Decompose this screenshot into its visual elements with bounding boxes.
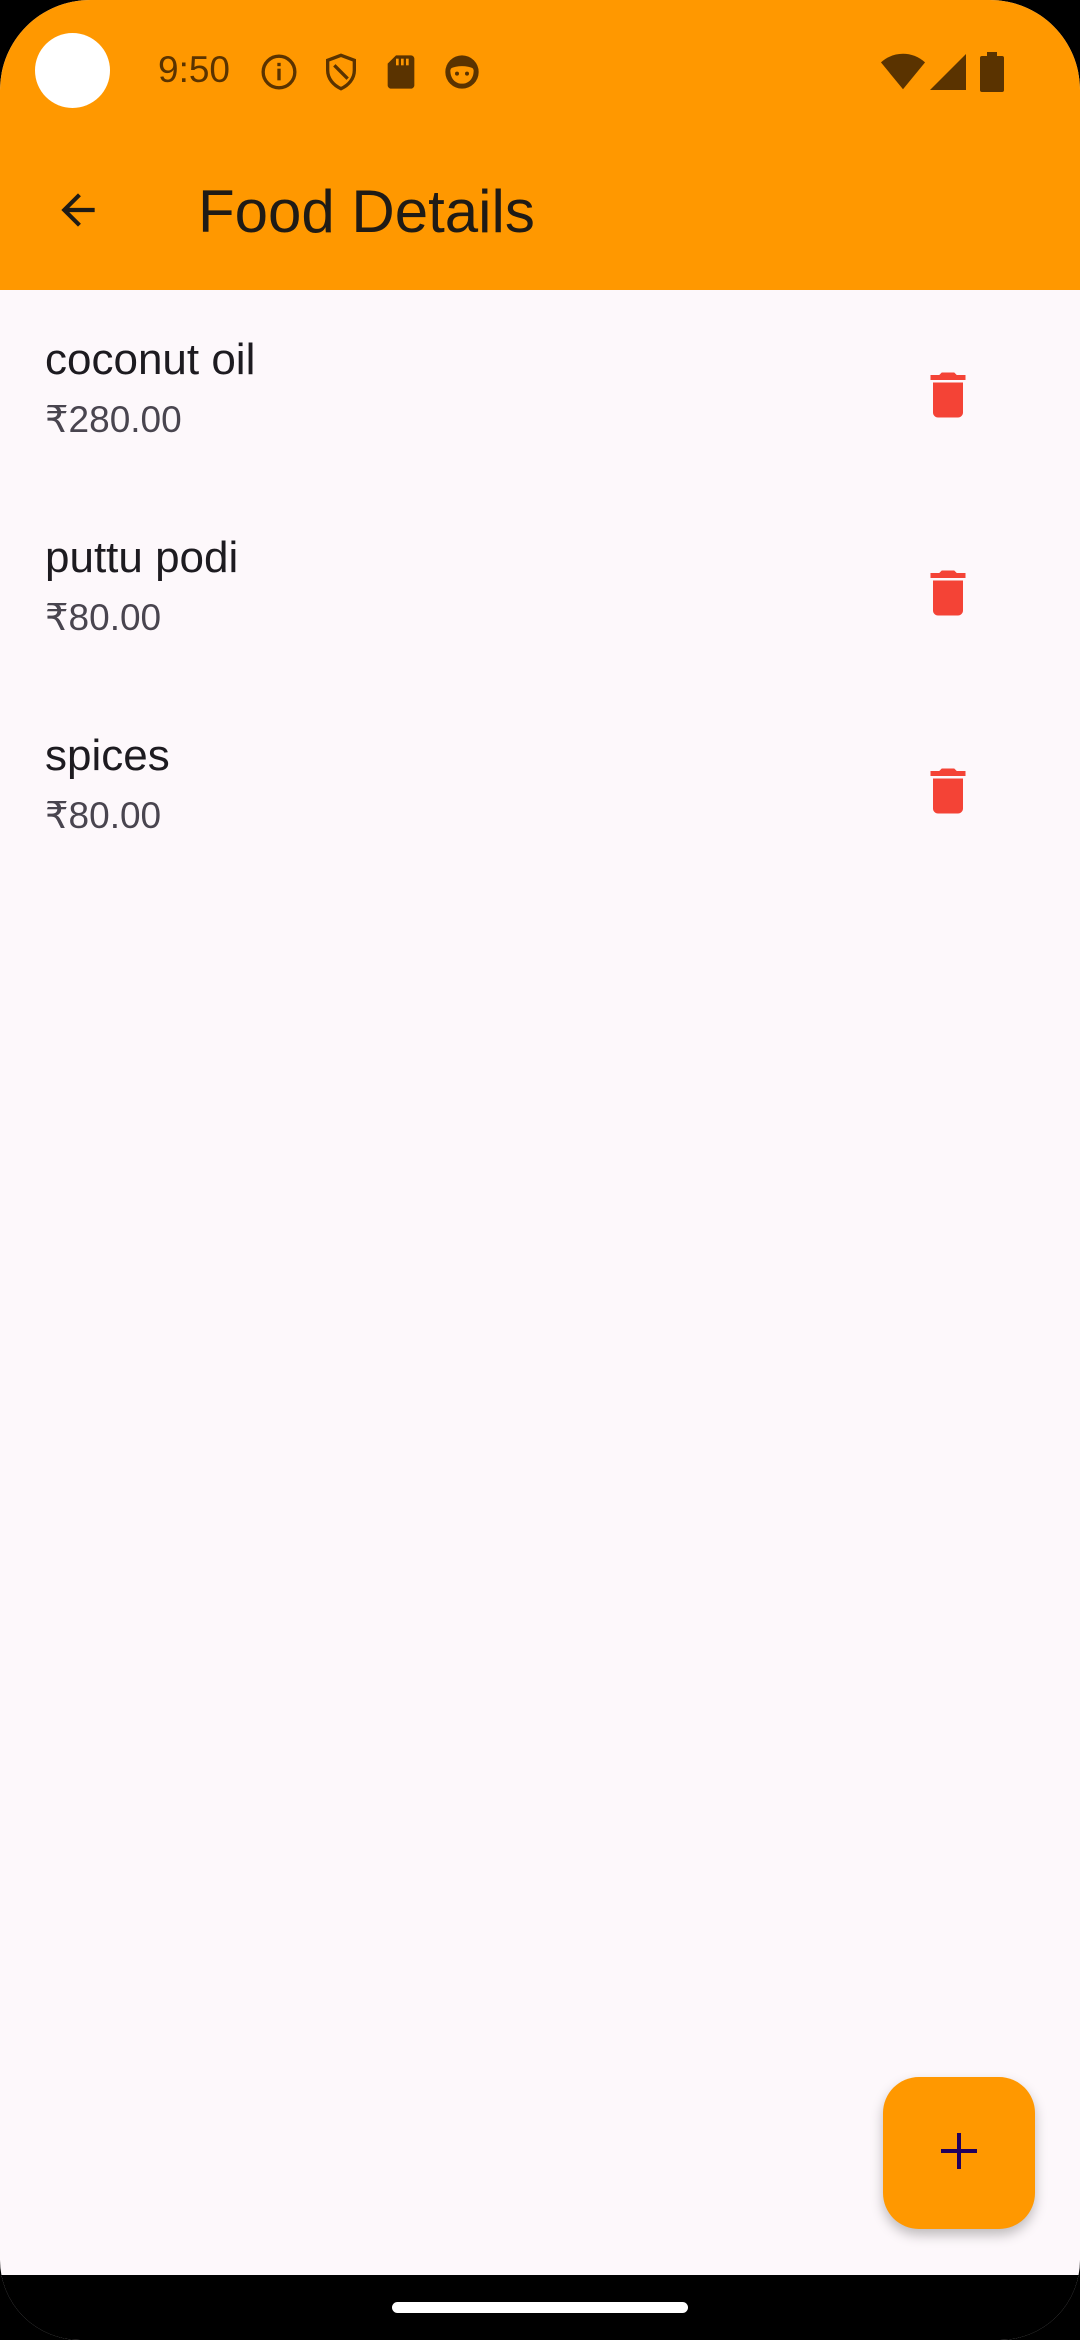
item-name: coconut oil bbox=[45, 335, 256, 384]
plus-icon bbox=[935, 2127, 983, 2180]
wifi-icon bbox=[880, 52, 926, 92]
sd-card-icon bbox=[381, 52, 421, 92]
signal-icon bbox=[928, 52, 968, 92]
delete-button[interactable] bbox=[900, 350, 995, 445]
list-item[interactable]: spices ₹80.00 bbox=[0, 686, 1080, 884]
delete-button[interactable] bbox=[900, 746, 995, 841]
back-button[interactable] bbox=[35, 170, 120, 255]
item-name: spices bbox=[45, 731, 170, 780]
food-list: coconut oil ₹280.00 puttu podi ₹80.00 sp… bbox=[0, 290, 1080, 884]
delete-button[interactable] bbox=[900, 548, 995, 643]
trash-icon bbox=[918, 563, 978, 628]
info-icon bbox=[259, 52, 299, 92]
status-time: 9:50 bbox=[158, 49, 231, 90]
shield-icon bbox=[321, 52, 361, 92]
list-item[interactable]: coconut oil ₹280.00 bbox=[0, 290, 1080, 488]
arrow-back-icon bbox=[53, 185, 103, 240]
battery-icon bbox=[978, 52, 1006, 92]
app-bar: Food Details bbox=[0, 140, 1080, 290]
status-bar: 9:50 bbox=[0, 0, 1080, 140]
list-item[interactable]: puttu podi ₹80.00 bbox=[0, 488, 1080, 686]
item-price: ₹80.00 bbox=[45, 795, 162, 836]
home-handle[interactable] bbox=[392, 2302, 688, 2313]
trash-icon bbox=[918, 761, 978, 826]
add-item-button[interactable] bbox=[883, 2077, 1035, 2229]
item-price: ₹80.00 bbox=[45, 597, 162, 638]
trash-icon bbox=[918, 365, 978, 430]
app-screen: 9:50 Food Details coconut oil ₹280.00 pu… bbox=[0, 0, 1080, 2340]
camera-cutout bbox=[35, 33, 110, 108]
page-title: Food Details bbox=[198, 178, 535, 245]
item-name: puttu podi bbox=[45, 533, 239, 582]
face-icon bbox=[442, 52, 482, 92]
item-price: ₹280.00 bbox=[45, 399, 182, 440]
